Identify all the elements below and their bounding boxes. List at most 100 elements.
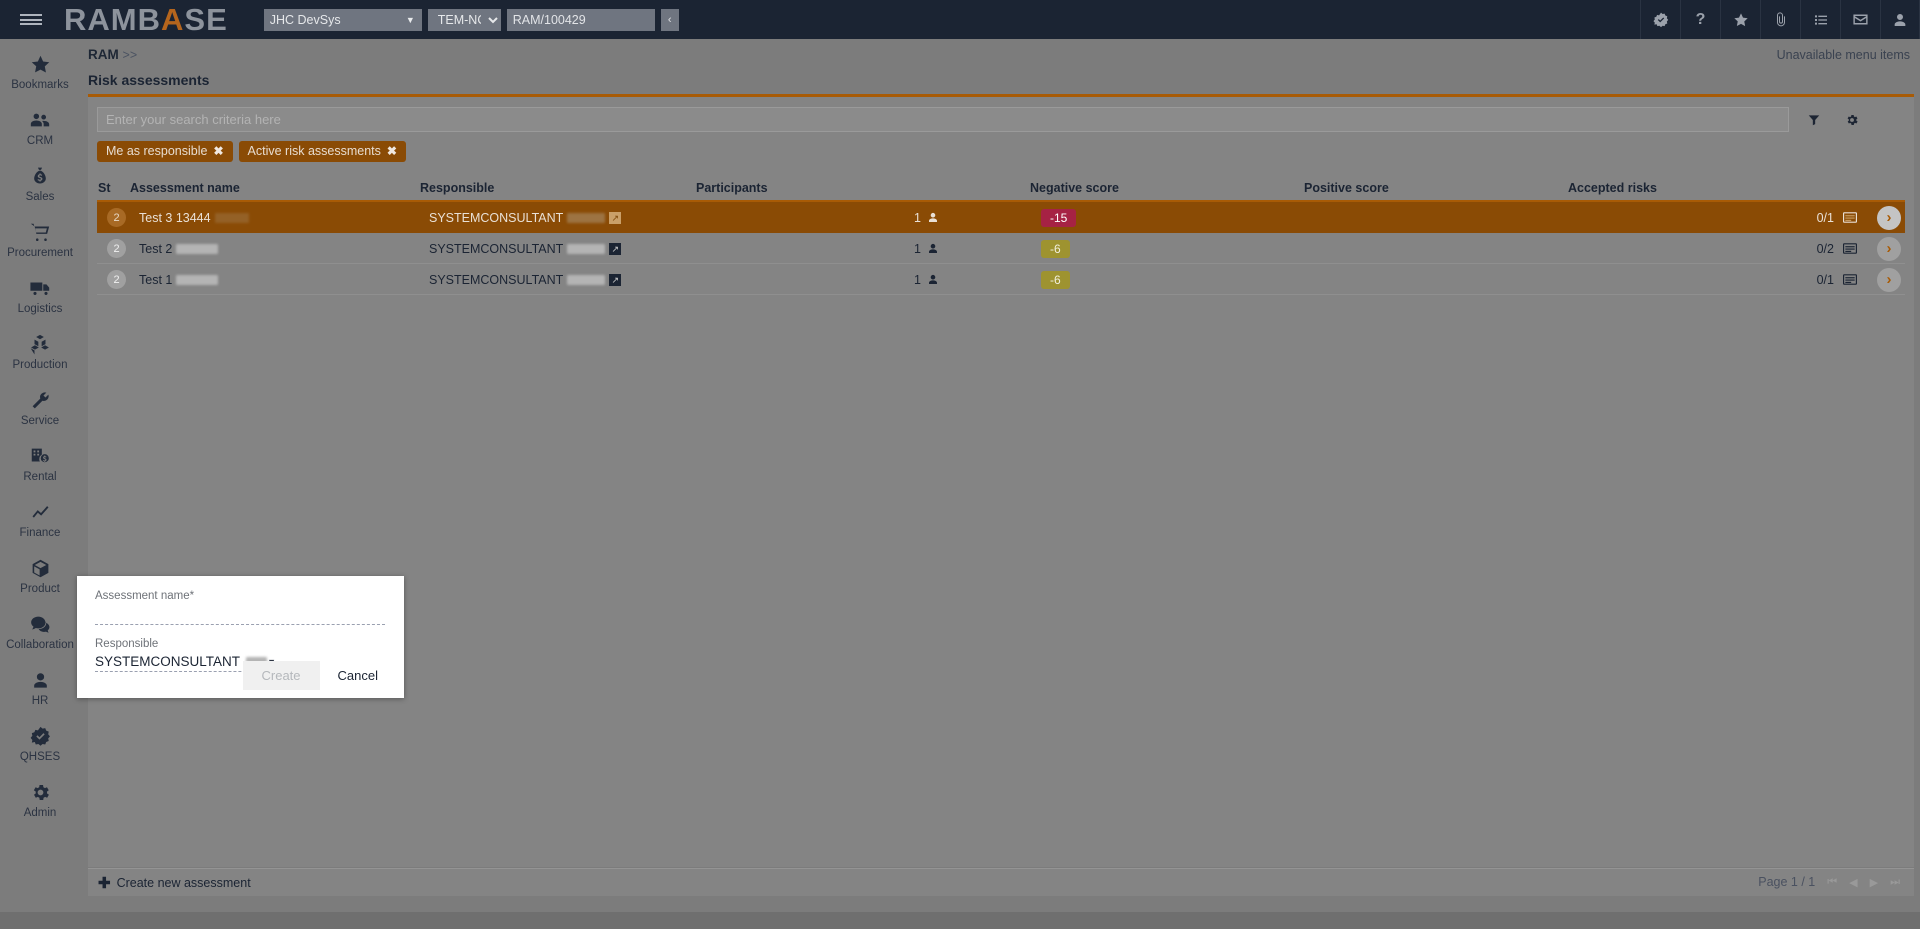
sidebar-item-finance[interactable]: Finance <box>0 491 80 547</box>
assessment-name-text: Test 3 13444 <box>139 210 211 225</box>
page-label: Page 1 / 1 <box>1758 875 1816 889</box>
column-header-positive[interactable]: Positive score <box>1304 181 1389 195</box>
participant-icon <box>927 202 939 233</box>
column-header-responsible[interactable]: Responsible <box>420 181 494 195</box>
module-select[interactable]: TEM-NO <box>427 8 501 31</box>
module-select-wrapper[interactable]: TEM-NO <box>427 8 501 31</box>
sidebar-item-bookmarks[interactable]: Bookmarks <box>0 43 80 99</box>
list-icon[interactable] <box>1800 0 1840 39</box>
last-page-button[interactable]: ⏭ <box>1890 876 1900 889</box>
document-number-input[interactable] <box>506 8 655 31</box>
negative-score-cell: -15 <box>1041 202 1077 233</box>
person-icon <box>31 667 50 693</box>
close-icon[interactable]: ✖ <box>387 144 397 158</box>
sidebar-item-product[interactable]: Product <box>0 547 80 603</box>
search-input[interactable] <box>97 107 1789 132</box>
collapse-button[interactable]: ‹ <box>660 8 679 31</box>
sidebar-item-label: HR <box>31 695 49 707</box>
top-bar-icons: ? <box>1640 0 1920 39</box>
responsible-text: SYSTEMCONSULTANT <box>429 241 564 256</box>
sidebar-item-label: Finance <box>19 527 61 539</box>
assessment-name-cell[interactable]: Test 3 13444 <box>139 202 249 233</box>
close-icon[interactable]: ✖ <box>213 144 223 158</box>
column-header-name[interactable]: Assessment name <box>130 181 240 195</box>
sidebar-item-label: Logistics <box>17 303 63 315</box>
help-icon[interactable]: ? <box>1680 0 1720 39</box>
sidebar-item-crm[interactable]: CRM <box>0 99 80 155</box>
document-icon[interactable] <box>1843 212 1857 223</box>
accepted-risks-cell: 0/1 <box>1817 202 1857 233</box>
create-new-assessment-label: Create new assessment <box>116 876 251 890</box>
breadcrumb-root[interactable]: RAM <box>88 47 119 62</box>
favorites-star-icon[interactable] <box>1720 0 1760 39</box>
chat-icon <box>29 611 52 637</box>
participant-icon <box>927 264 939 295</box>
create-button[interactable]: Create <box>242 661 320 690</box>
column-header-participants[interactable]: Participants <box>696 181 768 195</box>
accepted-risks-cell: 0/1 <box>1817 264 1857 295</box>
sidebar-item-logistics[interactable]: Logistics <box>0 267 80 323</box>
participant-icon <box>927 233 939 264</box>
negative-score-cell: -6 <box>1041 233 1070 264</box>
qhses-badge-icon[interactable] <box>1640 0 1680 39</box>
cancel-button[interactable]: Cancel <box>330 661 386 690</box>
chevron-right-icon[interactable]: › <box>1877 267 1901 292</box>
sidebar-item-production[interactable]: Production <box>0 323 80 379</box>
row-open-cell[interactable]: › <box>1877 264 1901 295</box>
row-open-cell[interactable]: › <box>1877 202 1901 233</box>
sidebar-item-label: CRM <box>26 135 54 147</box>
table-row[interactable]: 2 Test 1 SYSTEMCONSULTANT ↗ 1 -6 0/1 › <box>97 264 1905 295</box>
previous-page-button[interactable]: ◀ <box>1849 876 1857 889</box>
sidebar-item-service[interactable]: Service <box>0 379 80 435</box>
accepted-risks-value: 0/1 <box>1816 210 1834 225</box>
results-panel: Me as responsible✖Active risk assessment… <box>88 97 1914 867</box>
filter-chip[interactable]: Active risk assessments ✖ <box>238 141 406 162</box>
filter-icon[interactable] <box>1801 107 1827 132</box>
assessment-name-input[interactable] <box>95 606 385 625</box>
table-row[interactable]: 2 Test 2 SYSTEMCONSULTANT ↗ 1 -6 0/2 › <box>97 233 1905 264</box>
sidebar-item-qhses[interactable]: QHSES <box>0 715 80 771</box>
sidebar-item-admin[interactable]: Admin <box>0 771 80 827</box>
column-header-negative[interactable]: Negative score <box>1030 181 1119 195</box>
left-sidebar: Bookmarks CRM Sales Procurement Logistics Pro… <box>0 39 80 929</box>
column-header-st[interactable]: St <box>98 181 111 195</box>
filter-chip[interactable]: Me as responsible ✖ <box>97 141 233 162</box>
table-row[interactable]: 2 Test 3 13444 SYSTEMCONSULTANT ↗ 1 -15 0/1 › <box>97 202 1905 233</box>
plus-icon: ✚ <box>98 875 111 892</box>
sidebar-item-sales[interactable]: Sales <box>0 155 80 211</box>
next-page-button[interactable]: ▶ <box>1870 876 1878 889</box>
attachment-icon[interactable] <box>1760 0 1800 39</box>
column-header-accepted[interactable]: Accepted risks <box>1568 181 1657 195</box>
chevron-right-icon[interactable]: › <box>1877 205 1901 230</box>
mail-icon[interactable] <box>1840 0 1880 39</box>
money-bag-icon <box>30 163 50 189</box>
sidebar-item-rental[interactable]: Rental <box>0 435 80 491</box>
sidebar-item-hr[interactable]: HR <box>0 659 80 715</box>
first-page-button[interactable]: ⏮ <box>1827 876 1837 889</box>
sidebar-item-procurement[interactable]: Procurement <box>0 211 80 267</box>
responsible-text: SYSTEMCONSULTANT <box>429 210 564 225</box>
chevron-right-icon[interactable]: › <box>1877 236 1901 261</box>
gear-icon[interactable] <box>1839 107 1865 132</box>
open-link-icon[interactable]: ↗ <box>609 273 622 286</box>
filter-chip-label: Active risk assessments <box>247 144 381 158</box>
create-new-assessment-button[interactable]: ✚ Create new assessment <box>98 874 251 892</box>
company-select[interactable]: JHC DevSys <box>263 8 422 31</box>
user-account-icon[interactable] <box>1880 0 1920 39</box>
participants-count: 1 <box>914 272 921 287</box>
sidebar-item-label: Sales <box>25 191 55 203</box>
breadcrumb-separator: >> <box>122 48 138 62</box>
status-badge-cell: 2 <box>107 233 126 264</box>
open-link-icon[interactable]: ↗ <box>609 242 622 255</box>
breadcrumb[interactable]: RAM >> <box>88 47 137 62</box>
company-select-wrapper[interactable]: JHC DevSys ▼ <box>263 8 422 31</box>
document-icon[interactable] <box>1843 243 1857 254</box>
document-icon[interactable] <box>1843 274 1857 285</box>
open-link-icon[interactable]: ↗ <box>609 211 622 224</box>
row-open-cell[interactable]: › <box>1877 233 1901 264</box>
unavailable-menu-items-label: Unavailable menu items <box>1776 48 1910 62</box>
hamburger-menu-icon[interactable] <box>0 0 62 39</box>
assessment-name-cell[interactable]: Test 2 <box>139 233 219 264</box>
sidebar-item-collaboration[interactable]: Collaboration <box>0 603 80 659</box>
assessment-name-cell[interactable]: Test 1 <box>139 264 219 295</box>
